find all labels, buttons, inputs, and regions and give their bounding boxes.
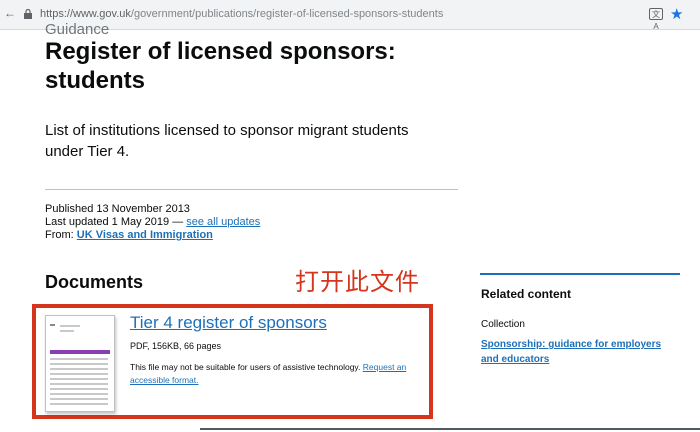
from-label: From:	[45, 229, 77, 241]
thumb-line	[50, 388, 108, 390]
related-content-heading: Related content	[481, 287, 572, 301]
accessibility-note-text: This file may not be suitable for users …	[130, 362, 363, 372]
thumb-line	[60, 330, 74, 332]
bookmark-star-icon[interactable]: ★	[670, 5, 683, 23]
collection-label: Collection	[481, 319, 525, 330]
from-organisation: From: UK Visas and Immigration	[45, 228, 213, 242]
thumb-logo	[50, 324, 55, 326]
document-meta: PDF, 156KB, 66 pages	[130, 341, 222, 351]
lock-icon	[24, 9, 32, 19]
url-host: https://www.gov.uk	[40, 8, 131, 20]
divider	[45, 189, 458, 190]
published-date: Published 13 November 2013	[45, 203, 190, 215]
thumb-line	[50, 393, 108, 395]
thumb-header-band	[50, 350, 110, 354]
back-icon[interactable]: ←	[4, 6, 16, 20]
thumb-line	[50, 363, 108, 365]
annotation-label: 打开此文件	[295, 269, 420, 296]
thumb-line	[50, 368, 108, 370]
thumb-line	[50, 373, 108, 375]
sponsorship-guidance-link[interactable]: Sponsorship: guidance for employers and …	[481, 337, 681, 367]
thumb-line	[50, 383, 108, 385]
page-title: Register of licensed sponsors: students	[45, 38, 396, 94]
related-divider	[480, 273, 680, 275]
organisation-link[interactable]: UK Visas and Immigration	[77, 229, 213, 241]
last-updated: Last updated 1 May 2019 — see all update…	[45, 215, 260, 229]
thumb-line	[60, 325, 80, 327]
thumb-line	[50, 358, 108, 360]
url-field[interactable]: https://www.gov.uk/government/publicatio…	[40, 8, 443, 20]
see-all-updates-link[interactable]: see all updates	[186, 216, 260, 228]
page-summary: List of institutions licensed to sponsor…	[45, 122, 409, 160]
thumb-line	[50, 378, 108, 380]
thumb-line	[50, 398, 108, 400]
translate-icon[interactable]: 文A	[649, 8, 663, 31]
footer-line	[200, 428, 700, 430]
url-path: /government/publications/register-of-lic…	[130, 8, 444, 20]
thumb-line	[50, 403, 108, 405]
accessibility-note: This file may not be suitable for users …	[130, 361, 425, 387]
pdf-thumbnail[interactable]	[45, 315, 115, 412]
document-link[interactable]: Tier 4 register of sponsors	[130, 313, 327, 333]
documents-heading: Documents	[45, 272, 144, 292]
page-kicker: Guidance	[45, 21, 110, 38]
last-updated-text: Last updated 1 May 2019 —	[45, 216, 187, 228]
